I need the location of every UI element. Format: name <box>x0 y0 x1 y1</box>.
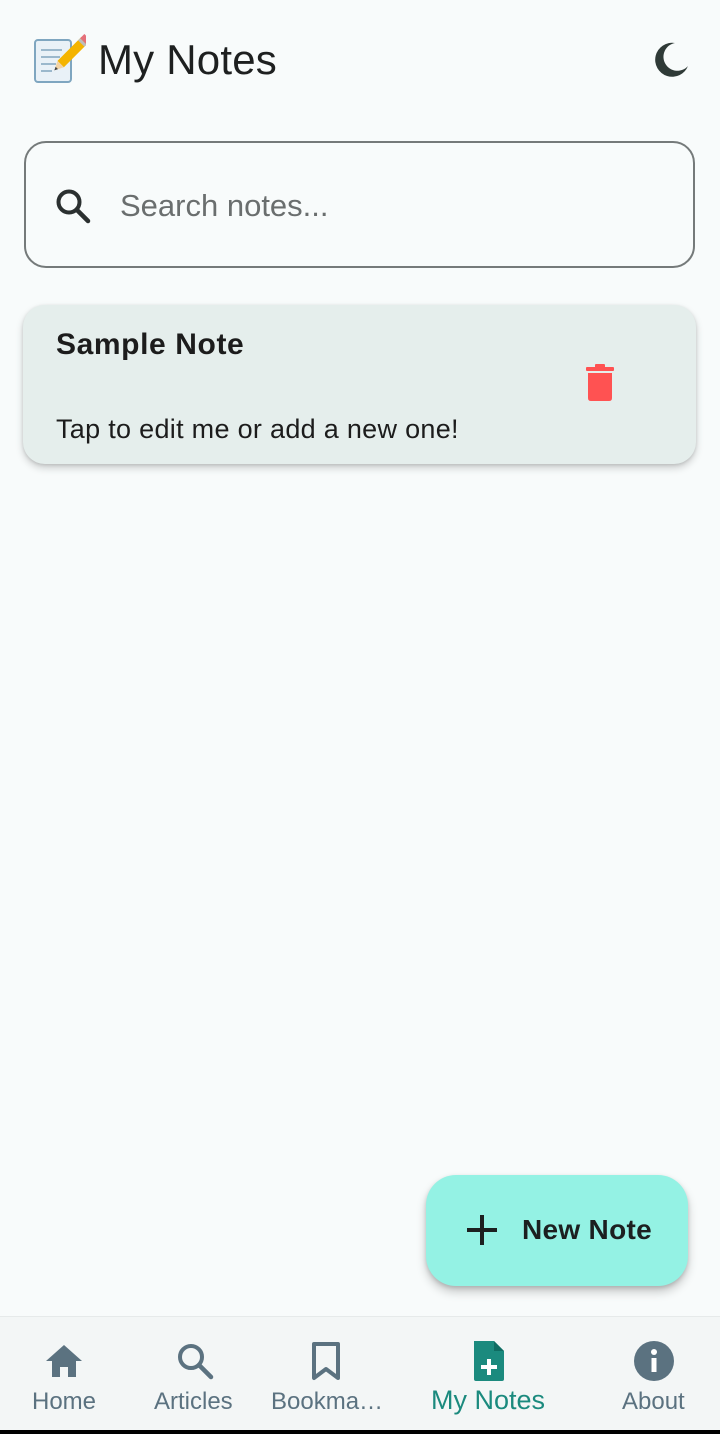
page-title: My Notes <box>98 36 277 83</box>
note-title: Sample Note <box>56 328 245 361</box>
theme-toggle-button[interactable] <box>650 40 692 82</box>
note-body: Tap to edit me or add a new one! <box>56 414 459 444</box>
nav-label-about: About <box>622 1388 685 1415</box>
app-header: My Notes <box>0 0 720 120</box>
trash-icon <box>585 363 615 407</box>
nav-label-home: Home <box>32 1388 97 1415</box>
search-input[interactable] <box>120 179 660 233</box>
new-note-label: New Note <box>522 1214 652 1245</box>
plus-icon <box>464 1212 500 1248</box>
memo-pencil-icon <box>32 33 91 86</box>
note-card[interactable]: Sample Note Tap to edit me or add a new … <box>23 305 696 464</box>
nav-label-articles: Articles <box>154 1388 233 1415</box>
nav-label-bookmarks: Bookma… <box>271 1388 384 1415</box>
search-icon <box>173 1339 217 1383</box>
info-icon <box>632 1339 676 1383</box>
nav-item-articles[interactable]: Articles <box>145 1317 245 1431</box>
note-add-icon <box>467 1339 511 1383</box>
search-icon <box>54 187 92 225</box>
nav-label-my-notes: My Notes <box>431 1385 546 1415</box>
bottom-nav: Home Articles Bookma… My Notes About <box>0 1316 720 1430</box>
home-icon <box>42 1339 86 1383</box>
new-note-button[interactable]: New Note <box>426 1175 688 1286</box>
moon-icon <box>651 39 691 84</box>
app-root: My Notes Sample Note Tap to edit me or a… <box>0 0 720 1434</box>
nav-item-about[interactable]: About <box>604 1317 704 1431</box>
system-bottom-bar <box>0 1430 720 1434</box>
delete-note-button[interactable] <box>579 363 621 407</box>
nav-item-my-notes[interactable]: My Notes <box>425 1317 555 1431</box>
nav-item-bookmarks[interactable]: Bookma… <box>268 1317 384 1431</box>
nav-item-home[interactable]: Home <box>14 1317 114 1431</box>
bookmark-icon <box>304 1339 348 1383</box>
search-field[interactable] <box>24 141 695 268</box>
